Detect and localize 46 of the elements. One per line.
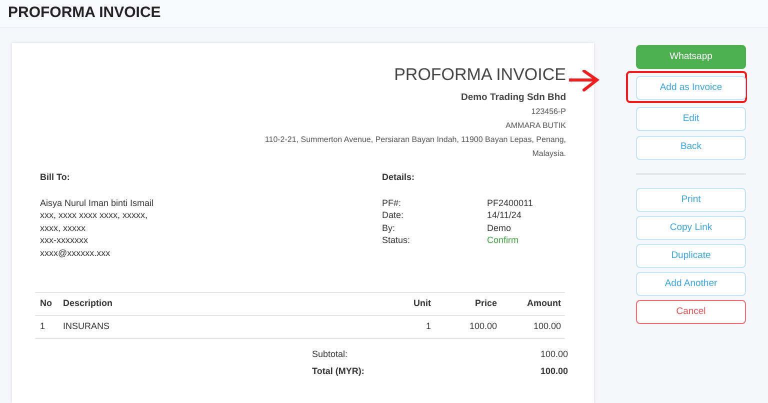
action-button[interactable]: Duplicate (636, 244, 746, 268)
action-button[interactable]: Print (636, 188, 746, 212)
company-name: Demo Trading Sdn Bhd (460, 91, 566, 105)
detail-label: Status: (382, 234, 412, 246)
detail-value: Demo (487, 222, 512, 234)
action-button[interactable]: Add as Invoice (636, 76, 746, 100)
column-header: Price (431, 292, 497, 316)
total-label: Total (MYR): (312, 364, 364, 378)
action-button[interactable]: Whatsapp (636, 45, 746, 70)
detail-label: By: (382, 222, 396, 234)
bill-to-line: xxxx, xxxxx (40, 222, 87, 234)
action-button[interactable]: Edit (636, 107, 746, 132)
action-button[interactable]: Cancel (636, 300, 746, 324)
bill-to-line: xxxx@xxxxxx.xxx (40, 246, 112, 259)
action-button[interactable]: Back (636, 136, 746, 160)
status-value: Confirm (487, 234, 519, 246)
column-header: Amount (497, 292, 565, 316)
detail-value: 14/11/24 (487, 209, 522, 222)
company-info: 123456-P (531, 106, 566, 118)
table-cell: 100.00 (497, 316, 565, 338)
annotation-arrow (569, 70, 601, 92)
detail-label: PF#: (382, 196, 402, 209)
company-info: AMMARA BUTIK (506, 120, 566, 132)
total-label: Subtotal: (312, 348, 348, 361)
detail-value: PF2400011 (487, 196, 533, 209)
table-cell: INSURANS (63, 316, 351, 338)
total-value: 100.00 (540, 348, 568, 361)
bill-to-line: xxx, xxxx xxxx xxxx, xxxxx, (40, 209, 149, 222)
table-cell: 1 (35, 316, 63, 338)
detail-label: Date: (382, 209, 405, 222)
action-button[interactable]: Add Another (636, 272, 746, 296)
section-heading: Bill To: (40, 171, 71, 184)
invoice-title: PROFORMA INVOICE (394, 65, 566, 85)
page-title: PROFORMA INVOICE (8, 3, 161, 24)
action-button[interactable]: Copy Link (636, 216, 746, 240)
bill-to-line: Aisya Nurul Iman binti Ismail (40, 196, 155, 209)
column-header: No (35, 292, 63, 316)
company-info: 110-2-21, Summerton Avenue, Persiaran Bayan Indah, 11900 Bayan Lepas, Penang, (264, 134, 566, 146)
company-info: Malaysia. (532, 148, 566, 160)
column-header: Description (63, 292, 351, 316)
section-heading: Details: (382, 171, 416, 184)
table-cell: 1 (351, 316, 431, 338)
bill-to-line: xxx-xxxxxxx (40, 234, 89, 246)
total-value: 100.00 (540, 364, 568, 378)
table-cell: 100.00 (431, 316, 497, 338)
column-header: Unit (351, 292, 431, 316)
